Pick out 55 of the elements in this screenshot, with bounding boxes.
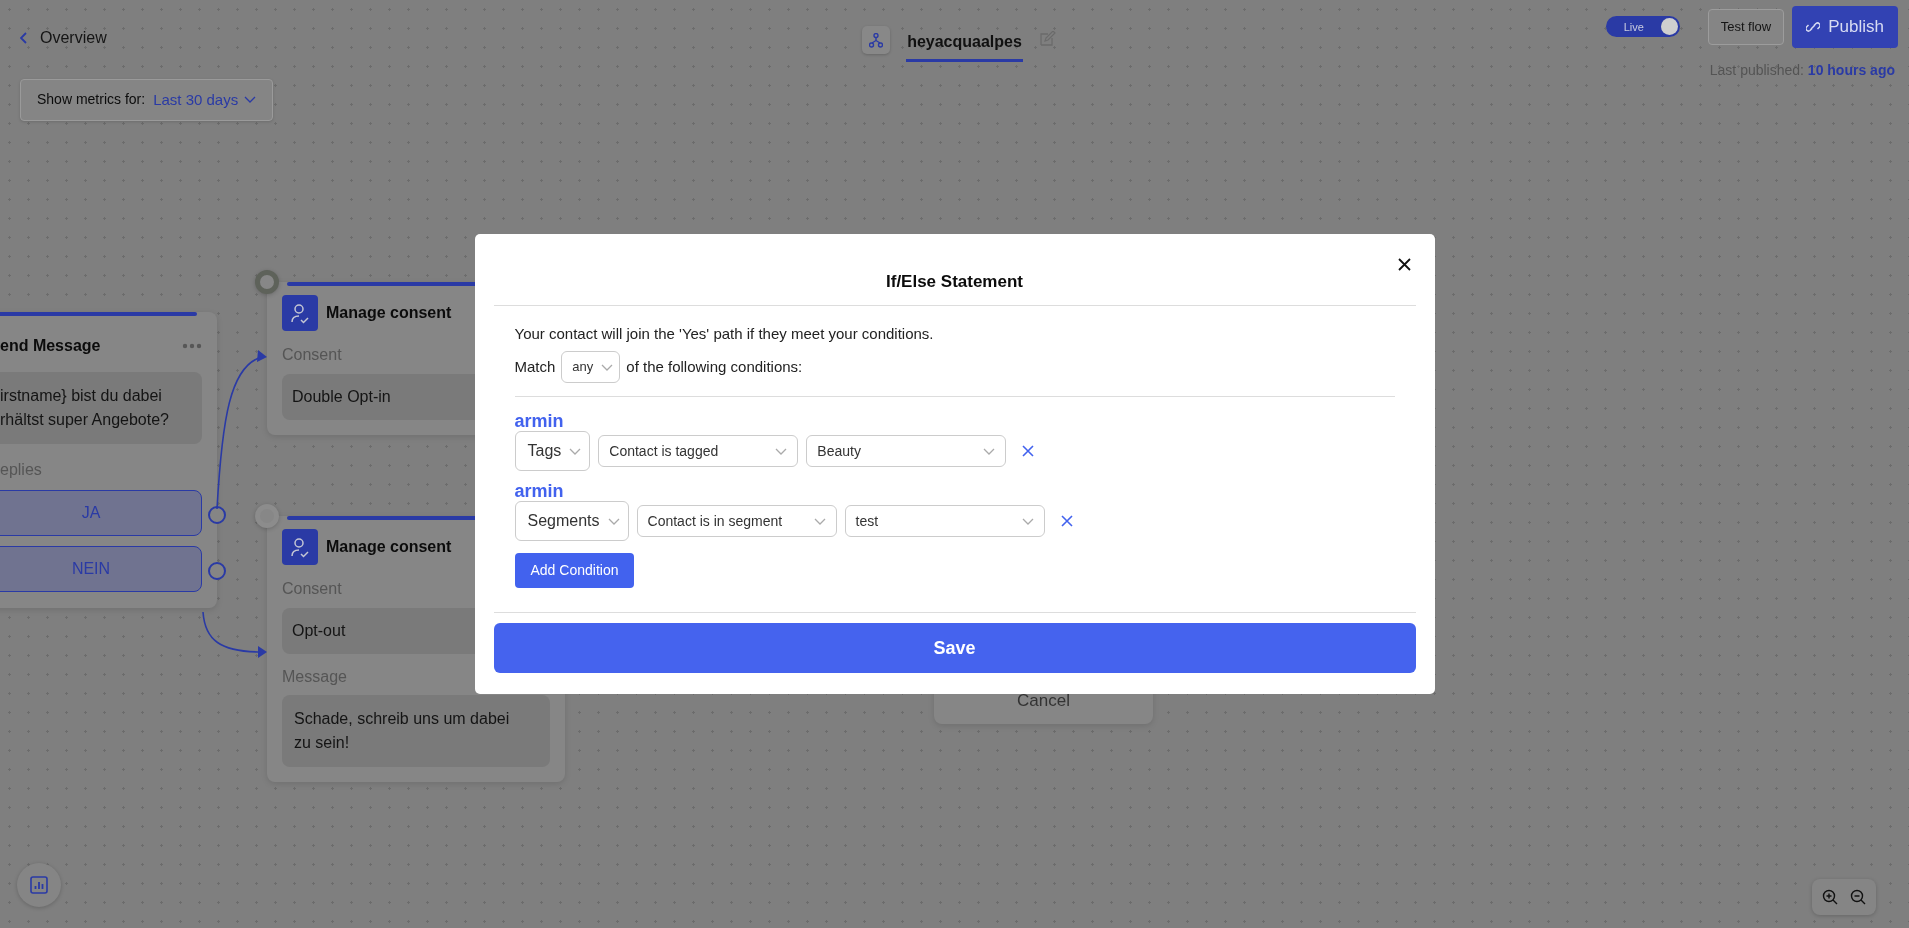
publish-button[interactable]: Publish [1792,6,1898,48]
metrics-label: Show metrics for: [37,90,146,110]
close-icon [1397,258,1411,271]
message-bubble: irstname} bist du dabei rhältst super Angebote? [0,372,202,444]
flow-icon [862,26,891,54]
value-dropdown[interactable]: test [844,505,1045,537]
stats-button[interactable] [17,863,61,907]
node-title: Manage consent [326,537,452,557]
modal-title: If/Else Statement [493,269,1416,306]
chevron-icon [244,96,257,104]
chevron-icon [607,517,620,525]
chevron-icon [569,447,582,455]
chevron-icon [813,517,826,525]
user-check-icon [282,295,318,331]
chevron-icon [601,363,614,371]
field-dropdown[interactable]: Tags [514,431,591,471]
match-label: Match [514,356,556,377]
remove-icon [1060,515,1073,527]
zoom-out-button[interactable] [1850,889,1866,905]
chevron-icon [983,447,996,455]
add-condition-button[interactable]: Add Condition [514,553,635,588]
condition-name: armin [514,481,565,501]
node-title: Manage consent [326,303,452,323]
match-suffix: of the following conditions: [626,356,803,377]
remove-condition-button[interactable] [1058,513,1075,529]
operator-dropdown[interactable]: Contact is tagged [598,435,799,467]
back-icon [20,32,28,44]
save-button[interactable]: Save [493,623,1416,673]
field-dropdown[interactable]: Segments [514,501,629,541]
value-dropdown[interactable]: Beauty [806,435,1007,467]
live-toggle[interactable]: Live [1605,16,1680,38]
chevron-icon [775,447,788,455]
cancel-label: Cancel [1016,690,1071,712]
link-icon [1806,20,1821,34]
match-dropdown[interactable]: any [561,351,621,383]
chart-icon [30,876,48,894]
input-port[interactable] [255,504,279,528]
metrics-filter[interactable]: Show metrics for: Last 30 days [20,78,274,121]
more-icon[interactable] [182,343,202,349]
zoom-in-button[interactable] [1822,889,1838,905]
operator-dropdown[interactable]: Contact is in segment [636,505,837,537]
back-link[interactable]: Overview [20,26,863,50]
input-port[interactable] [255,270,279,294]
test-flow-button[interactable]: Test flow [1707,9,1785,45]
connector-port[interactable] [208,506,226,524]
user-check-icon [282,529,318,565]
flow-name: heyacquaalpes [906,26,1023,62]
message-bubble: Schade, schreib uns um dabei zu sein! [282,695,550,767]
node-title: end Message [0,336,101,356]
connector-arrow [202,611,267,658]
intro-text: Your contact will join the 'Yes' path if they meet your conditions. [514,323,935,344]
connector-port[interactable] [208,562,226,580]
remove-condition-button[interactable] [1020,443,1037,459]
chevron-icon [1021,517,1034,525]
remove-icon [1022,445,1035,457]
